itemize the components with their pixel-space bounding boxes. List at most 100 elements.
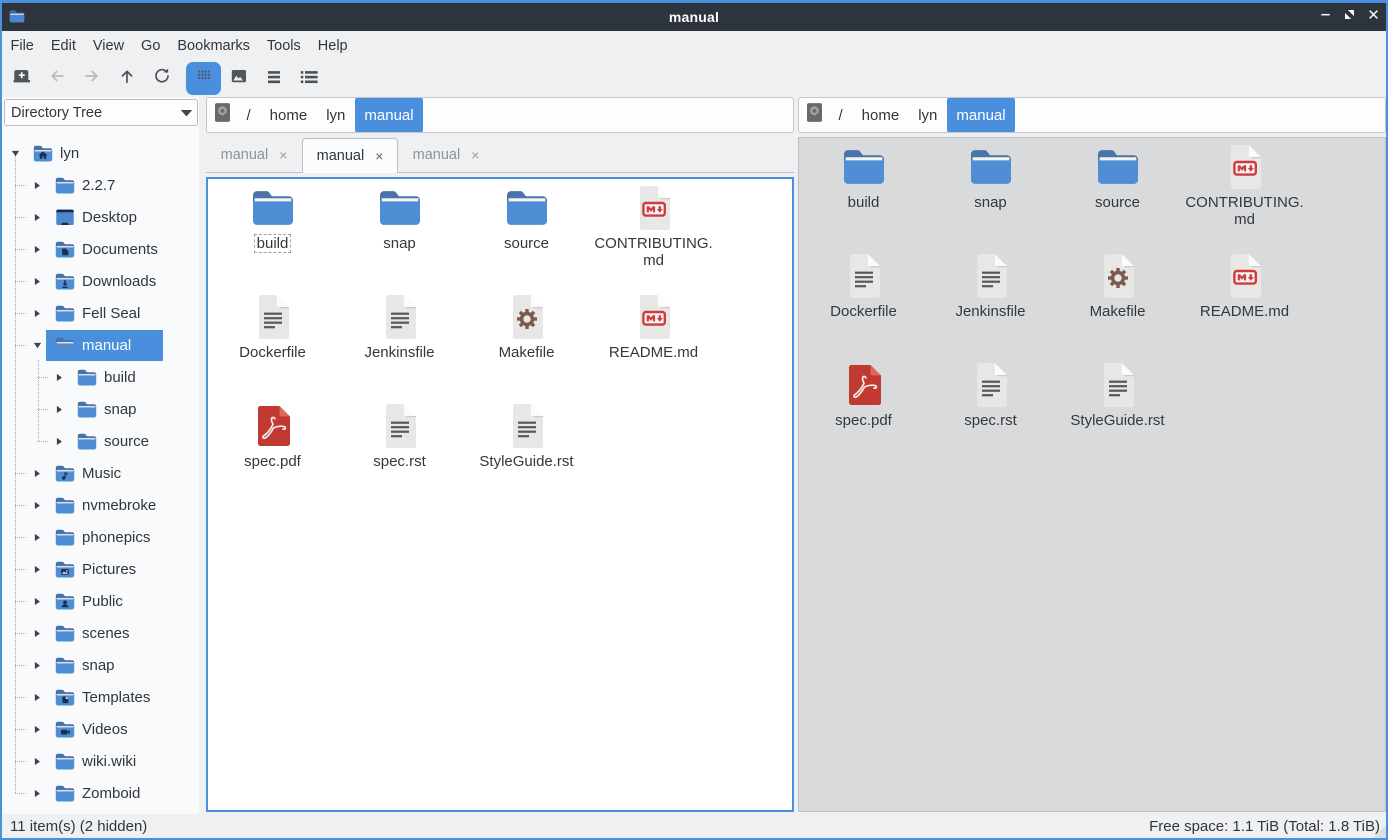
sidebar-splitter[interactable] (199, 97, 206, 814)
expander-collapsed-icon[interactable] (31, 277, 44, 286)
expander-collapsed-icon[interactable] (31, 629, 44, 638)
tree-item-desktop[interactable]: Desktop (2, 201, 199, 233)
file-item-readme-md[interactable]: README.md (1181, 247, 1308, 356)
new-tab-button[interactable] (4, 62, 39, 95)
file-item-dockerfile[interactable]: Dockerfile (209, 288, 336, 397)
breadcrumb-home[interactable]: home (260, 98, 317, 132)
file-item-build[interactable]: build (800, 138, 927, 247)
file-item-build[interactable]: build (209, 179, 336, 288)
file-item-spec-rst[interactable]: spec.rst (927, 356, 1054, 465)
minimize-button[interactable] (1313, 5, 1337, 29)
file-item-spec-pdf[interactable]: spec.pdf (800, 356, 927, 465)
expander-collapsed-icon[interactable] (31, 725, 44, 734)
file-item-styleguide-rst[interactable]: StyleGuide.rst (463, 397, 590, 506)
tab-manual-1[interactable]: manual× (206, 138, 302, 172)
menu-view[interactable]: View (84, 34, 132, 58)
expander-collapsed-icon[interactable] (31, 533, 44, 542)
menu-file[interactable]: File (2, 34, 42, 58)
filesystem-root-button[interactable] (207, 98, 237, 132)
tree-item-phonepics[interactable]: phonepics (2, 521, 199, 553)
file-item-jenkinsfile[interactable]: Jenkinsfile (927, 247, 1054, 356)
file-item-jenkinsfile[interactable]: Jenkinsfile (336, 288, 463, 397)
expander-collapsed-icon[interactable] (31, 501, 44, 510)
tree-item-pictures[interactable]: Pictures (2, 553, 199, 585)
tab-close-icon[interactable]: × (279, 148, 287, 162)
tree-item-snap[interactable]: snap (2, 649, 199, 681)
expander-expanded-icon[interactable] (31, 342, 44, 349)
tree-item-downloads[interactable]: Downloads (2, 265, 199, 297)
sidebar-mode-select[interactable]: Directory Tree (4, 99, 198, 126)
breadcrumb-lyn[interactable]: lyn (909, 98, 947, 132)
file-item-dockerfile[interactable]: Dockerfile (800, 247, 927, 356)
file-item-source[interactable]: source (463, 179, 590, 288)
restore-button[interactable] (1337, 5, 1361, 29)
file-item-makefile[interactable]: Makefile (1054, 247, 1181, 356)
expander-expanded-icon[interactable] (9, 150, 22, 157)
expander-collapsed-icon[interactable] (31, 309, 44, 318)
tree-item-nvmebroke[interactable]: nvmebroke (2, 489, 199, 521)
tree-item-manual[interactable]: manual (2, 329, 199, 361)
file-item-contributing-md[interactable]: CONTRIBUTING.md (590, 179, 717, 288)
expander-collapsed-icon[interactable] (53, 373, 66, 382)
tree-item-documents[interactable]: Documents (2, 233, 199, 265)
expander-collapsed-icon[interactable] (31, 661, 44, 670)
expander-collapsed-icon[interactable] (31, 213, 44, 222)
expander-collapsed-icon[interactable] (31, 597, 44, 606)
tree-item-snap[interactable]: snap (2, 393, 199, 425)
tree-item-scenes[interactable]: scenes (2, 617, 199, 649)
expander-collapsed-icon[interactable] (31, 757, 44, 766)
file-item-makefile[interactable]: Makefile (463, 288, 590, 397)
menu-bookmarks[interactable]: Bookmarks (169, 34, 259, 58)
breadcrumb-lyn[interactable]: lyn (317, 98, 355, 132)
reload-button[interactable] (144, 62, 179, 95)
menu-edit[interactable]: Edit (42, 34, 84, 58)
file-item-snap[interactable]: snap (336, 179, 463, 288)
file-item-contributing-md[interactable]: CONTRIBUTING.md (1181, 138, 1308, 247)
expander-collapsed-icon[interactable] (53, 405, 66, 414)
detailed-list-view-button[interactable] (291, 62, 326, 95)
file-item-source[interactable]: source (1054, 138, 1181, 247)
tree-item-build[interactable]: build (2, 361, 199, 393)
expander-collapsed-icon[interactable] (31, 181, 44, 190)
compact-view-button[interactable] (256, 62, 291, 95)
tab-manual-3[interactable]: manual× (398, 138, 494, 172)
tree-item-2-2-7[interactable]: 2.2.7 (2, 169, 199, 201)
left-file-view[interactable]: buildsnapsourceCONTRIBUTING.md Dockerfile… (206, 177, 794, 812)
file-item-spec-rst[interactable]: spec.rst (336, 397, 463, 506)
right-file-view[interactable]: buildsnapsourceCONTRIBUTING.md Dockerfile… (798, 137, 1386, 812)
tree-item-lyn[interactable]: lyn (2, 137, 199, 169)
file-item-styleguide-rst[interactable]: StyleGuide.rst (1054, 356, 1181, 465)
expander-collapsed-icon[interactable] (31, 469, 44, 478)
tab-manual-2[interactable]: manual× (302, 138, 398, 173)
file-item-readme-md[interactable]: README.md (590, 288, 717, 397)
breadcrumb-manual[interactable]: manual (947, 98, 1015, 132)
file-item-spec-pdf[interactable]: spec.pdf (209, 397, 336, 506)
close-button[interactable] (1361, 5, 1385, 29)
expander-collapsed-icon[interactable] (31, 789, 44, 798)
expander-collapsed-icon[interactable] (31, 565, 44, 574)
tree-item-wiki-wiki[interactable]: wiki.wiki (2, 745, 199, 777)
tree-item-videos[interactable]: Videos (2, 713, 199, 745)
menu-tools[interactable]: Tools (258, 34, 309, 58)
tree-item-templates[interactable]: Templates (2, 681, 199, 713)
tree-item-zomboid[interactable]: Zomboid (2, 777, 199, 809)
tree-item-music[interactable]: Music (2, 457, 199, 489)
expander-collapsed-icon[interactable] (53, 437, 66, 446)
menu-help[interactable]: Help (309, 34, 356, 58)
breadcrumb-home[interactable]: home (852, 98, 909, 132)
breadcrumb-[interactable]: / (829, 98, 852, 132)
expander-collapsed-icon[interactable] (31, 245, 44, 254)
tree-item-source[interactable]: source (2, 425, 199, 457)
thumbnail-view-button[interactable] (221, 62, 256, 95)
breadcrumb-[interactable]: / (237, 98, 260, 132)
back-button[interactable] (39, 62, 74, 95)
breadcrumb-manual[interactable]: manual (355, 98, 423, 132)
tab-close-icon[interactable]: × (471, 148, 479, 162)
forward-button[interactable] (74, 62, 109, 95)
tab-close-icon[interactable]: × (375, 149, 383, 163)
file-item-snap[interactable]: snap (927, 138, 1054, 247)
up-button[interactable] (109, 62, 144, 95)
tree-item-fell-seal[interactable]: Fell Seal (2, 297, 199, 329)
filesystem-root-button[interactable] (799, 98, 829, 132)
tree-item-public[interactable]: Public (2, 585, 199, 617)
